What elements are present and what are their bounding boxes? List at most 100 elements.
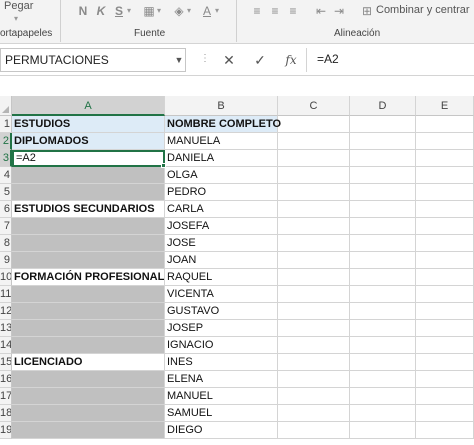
cell-b18[interactable]: SAMUEL xyxy=(165,405,278,422)
cell-e10[interactable] xyxy=(416,269,474,286)
cell-e14[interactable] xyxy=(416,337,474,354)
cell-a3[interactable]: =A2 xyxy=(12,150,165,167)
cell-c12[interactable] xyxy=(278,303,350,320)
cell-e1[interactable] xyxy=(416,116,474,133)
cell-a6[interactable]: ESTUDIOS SECUNDARIOS xyxy=(12,201,165,218)
align-right-icon[interactable]: ≡ xyxy=(286,4,300,18)
cell-b13[interactable]: JOSEP xyxy=(165,320,278,337)
chevron-down-icon[interactable]: ▼ xyxy=(172,49,186,71)
cell-d3[interactable] xyxy=(350,150,416,167)
borders-icon[interactable]: ▦ xyxy=(142,4,156,18)
row-header[interactable]: 2 xyxy=(0,133,12,150)
row-header[interactable]: 19 xyxy=(0,422,12,439)
cell-b14[interactable]: IGNACIO xyxy=(165,337,278,354)
select-all-button[interactable] xyxy=(0,96,12,116)
underline-icon[interactable]: S xyxy=(112,4,126,18)
cell-b11[interactable]: VICENTA xyxy=(165,286,278,303)
cell-a1[interactable]: ESTUDIOS xyxy=(12,116,165,133)
row-header[interactable]: 18 xyxy=(0,405,12,422)
cell-c3[interactable] xyxy=(278,150,350,167)
cell-e11[interactable] xyxy=(416,286,474,303)
cell-c14[interactable] xyxy=(278,337,350,354)
cell-d16[interactable] xyxy=(350,371,416,388)
cell-d2[interactable] xyxy=(350,133,416,150)
cell-e6[interactable] xyxy=(416,201,474,218)
row-header[interactable]: 13 xyxy=(0,320,12,337)
cell-d6[interactable] xyxy=(350,201,416,218)
cell-e7[interactable] xyxy=(416,218,474,235)
cell-c4[interactable] xyxy=(278,167,350,184)
cell-b7[interactable]: JOSEFA xyxy=(165,218,278,235)
cell-b5[interactable]: PEDRO xyxy=(165,184,278,201)
cell-d12[interactable] xyxy=(350,303,416,320)
cell-a19[interactable] xyxy=(12,422,165,439)
cell-c19[interactable] xyxy=(278,422,350,439)
cell-c5[interactable] xyxy=(278,184,350,201)
cell-a16[interactable] xyxy=(12,371,165,388)
cell-a8[interactable] xyxy=(12,235,165,252)
cell-c11[interactable] xyxy=(278,286,350,303)
row-header[interactable]: 16 xyxy=(0,371,12,388)
align-left-icon[interactable]: ≡ xyxy=(250,4,264,18)
cell-d11[interactable] xyxy=(350,286,416,303)
cell-c18[interactable] xyxy=(278,405,350,422)
cell-c13[interactable] xyxy=(278,320,350,337)
column-header-e[interactable]: E xyxy=(416,96,474,116)
paste-button[interactable]: Pegar xyxy=(4,0,33,12)
row-header[interactable]: 11 xyxy=(0,286,12,303)
cell-d19[interactable] xyxy=(350,422,416,439)
row-header[interactable]: 17 xyxy=(0,388,12,405)
cell-c16[interactable] xyxy=(278,371,350,388)
row-header[interactable]: 14 xyxy=(0,337,12,354)
merge-center-icon[interactable]: ⊞ xyxy=(360,4,374,18)
column-header-c[interactable]: C xyxy=(278,96,350,116)
cell-a9[interactable] xyxy=(12,252,165,269)
cancel-icon[interactable]: ✕ xyxy=(220,51,238,69)
more-options-icon[interactable]: ⋮ xyxy=(200,53,210,67)
cell-c7[interactable] xyxy=(278,218,350,235)
row-header[interactable]: 12 xyxy=(0,303,12,320)
cell-e12[interactable] xyxy=(416,303,474,320)
cell-d10[interactable] xyxy=(350,269,416,286)
insert-function-icon[interactable]: fx xyxy=(282,51,300,69)
cell-d5[interactable] xyxy=(350,184,416,201)
cell-c6[interactable] xyxy=(278,201,350,218)
cell-d4[interactable] xyxy=(350,167,416,184)
row-header[interactable]: 3 xyxy=(0,150,12,167)
cell-a5[interactable] xyxy=(12,184,165,201)
cell-b16[interactable]: ELENA xyxy=(165,371,278,388)
fill-handle[interactable] xyxy=(161,163,166,168)
underline-dropdown-icon[interactable]: ▾ xyxy=(127,4,135,18)
row-header[interactable]: 9 xyxy=(0,252,12,269)
cell-e16[interactable] xyxy=(416,371,474,388)
cell-a17[interactable] xyxy=(12,388,165,405)
font-color-dropdown-icon[interactable]: ▾ xyxy=(215,4,223,18)
cell-d14[interactable] xyxy=(350,337,416,354)
cell-d9[interactable] xyxy=(350,252,416,269)
formula-input[interactable]: =A2 xyxy=(306,48,474,72)
row-header[interactable]: 10 xyxy=(0,269,12,286)
cell-c8[interactable] xyxy=(278,235,350,252)
cell-a4[interactable] xyxy=(12,167,165,184)
row-header[interactable]: 4 xyxy=(0,167,12,184)
row-header[interactable]: 8 xyxy=(0,235,12,252)
row-header[interactable]: 15 xyxy=(0,354,12,371)
cell-d8[interactable] xyxy=(350,235,416,252)
cell-d7[interactable] xyxy=(350,218,416,235)
cell-d17[interactable] xyxy=(350,388,416,405)
fill-color-dropdown-icon[interactable]: ▾ xyxy=(187,4,195,18)
cell-a15[interactable]: LICENCIADO xyxy=(12,354,165,371)
font-color-icon[interactable]: A xyxy=(200,4,214,18)
borders-dropdown-icon[interactable]: ▾ xyxy=(157,4,165,18)
cell-b3[interactable]: DANIELA xyxy=(165,150,278,167)
cell-b6[interactable]: CARLA xyxy=(165,201,278,218)
cell-e19[interactable] xyxy=(416,422,474,439)
cell-e13[interactable] xyxy=(416,320,474,337)
cell-d13[interactable] xyxy=(350,320,416,337)
align-center-icon[interactable]: ≡ xyxy=(268,4,282,18)
cell-c2[interactable] xyxy=(278,133,350,150)
paste-dropdown-icon[interactable]: ▾ xyxy=(14,12,22,26)
row-header[interactable]: 1 xyxy=(0,116,12,133)
fill-color-icon[interactable]: ◈ xyxy=(172,4,186,18)
cell-a10[interactable]: FORMACIÓN PROFESIONAL xyxy=(12,269,165,286)
